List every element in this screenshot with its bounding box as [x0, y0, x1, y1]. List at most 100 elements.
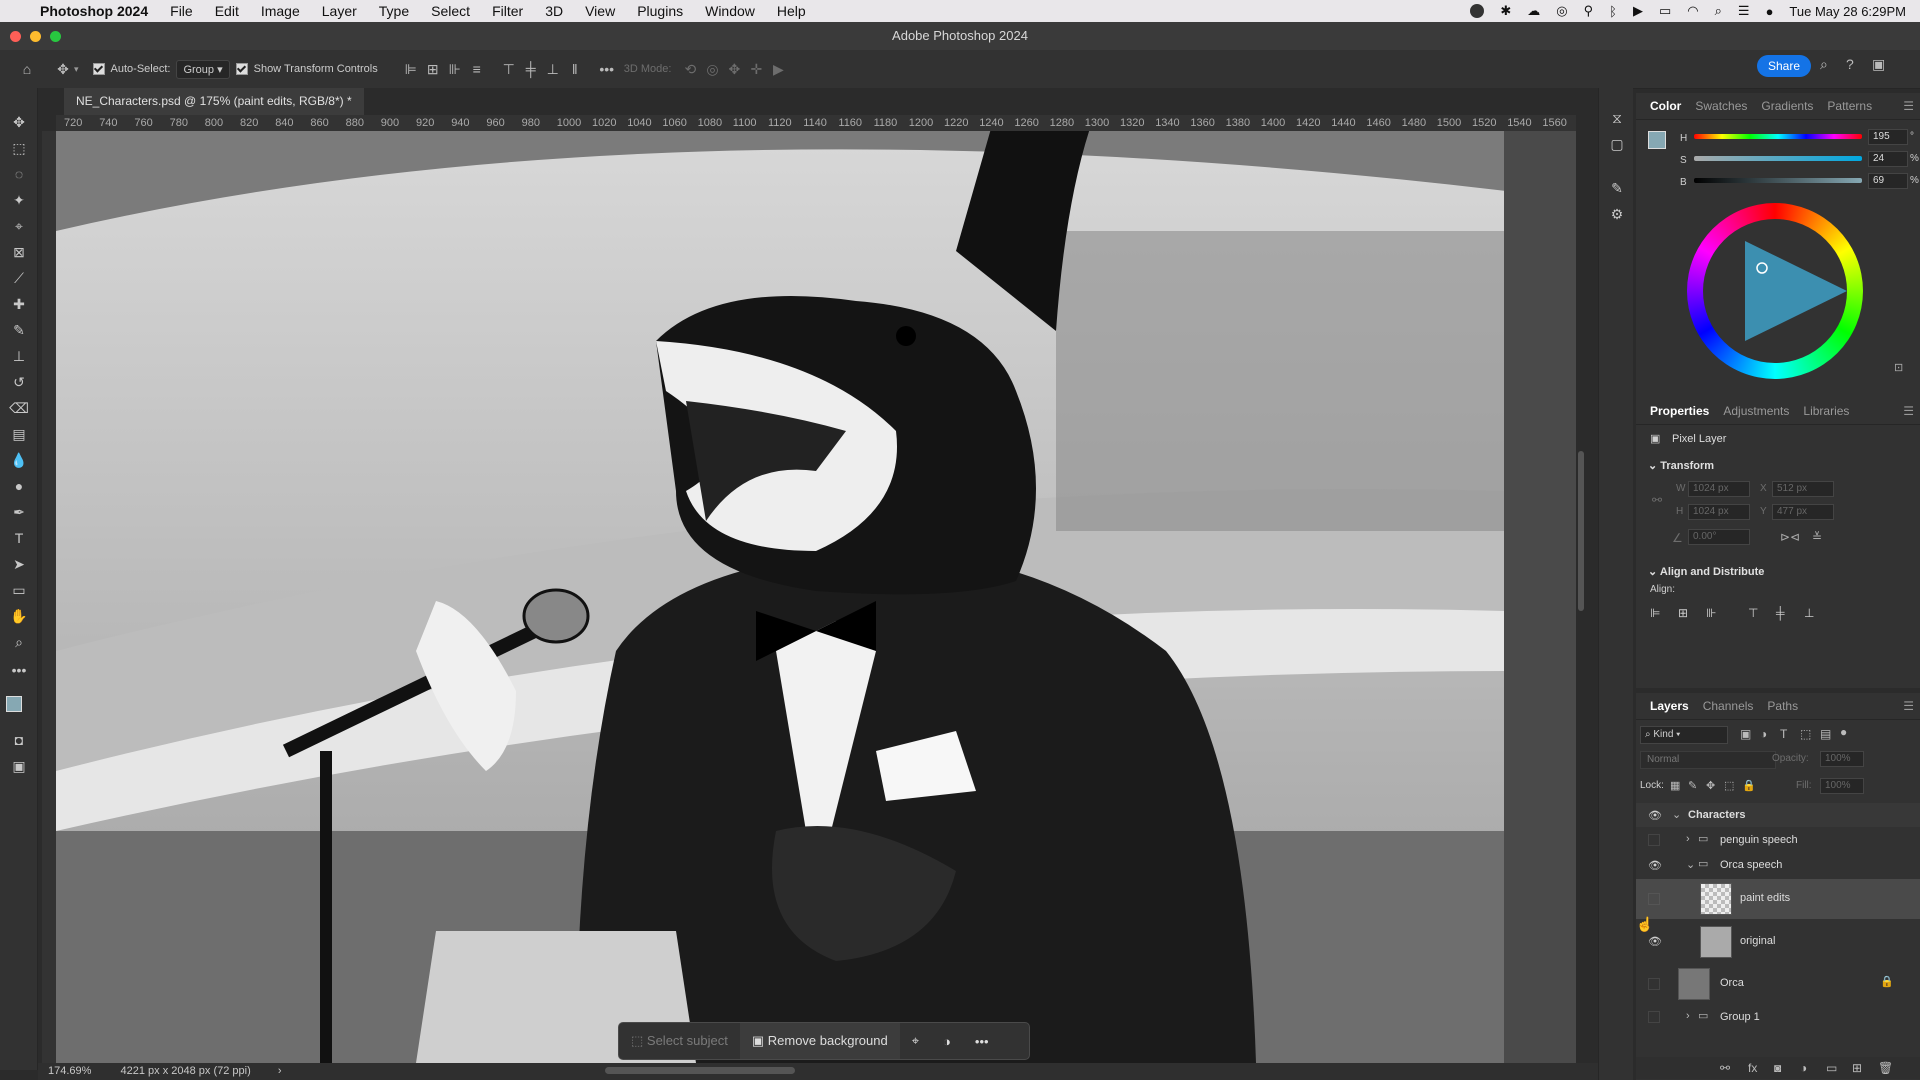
blur-tool-icon[interactable]: 💧 [9, 450, 29, 470]
layer-style-icon[interactable]: fx [1748, 1061, 1757, 1075]
distribute-v-icon[interactable]: ‖ [564, 58, 586, 80]
workspace-icon[interactable]: ▣ [1872, 56, 1885, 73]
properties-menu-icon[interactable]: ☰ [1903, 404, 1914, 418]
lock-transparency-icon[interactable]: ▦ [1670, 779, 1680, 792]
clone-stamp-tool-icon[interactable]: ⊥ [9, 346, 29, 366]
lock-all-icon[interactable]: 🔒 [1742, 779, 1756, 792]
layer-filter-dropdown[interactable]: ⌕ Kind ▾ [1640, 726, 1728, 744]
creative-cloud-icon[interactable]: ◎ [1556, 3, 1567, 19]
color-triangle[interactable] [1687, 203, 1863, 379]
hue-value[interactable]: 195 [1868, 129, 1908, 145]
visibility-eye-icon[interactable]: 👁 [1648, 809, 1662, 822]
filter-type-icon[interactable]: T [1780, 727, 1787, 741]
menu-plugins[interactable]: Plugins [637, 3, 683, 19]
horizontal-ruler[interactable]: 720 740 760 780 800 820 840 860 880 900 920 940 960 9… [56, 115, 1576, 132]
color-panel-menu-icon[interactable]: ☰ [1903, 99, 1914, 113]
align-section-header[interactable]: ⌄ Align and Distribute [1648, 565, 1764, 578]
tab-paths[interactable]: Paths [1767, 699, 1798, 713]
flip-vertical-icon[interactable]: ≚ [1812, 530, 1822, 544]
select-subject-button[interactable]: ⬚ Select subject [619, 1033, 740, 1049]
expand-color-icon[interactable]: ⊡ [1894, 361, 1903, 374]
prop-align-left-icon[interactable]: ⊫ [1650, 606, 1660, 620]
align-left-icon[interactable]: ⊫ [400, 58, 422, 80]
3d-slide-icon[interactable]: ✛ [745, 58, 767, 80]
lock-artboard-icon[interactable]: ⬚ [1724, 779, 1734, 792]
tab-properties[interactable]: Properties [1650, 404, 1709, 418]
quick-mask-icon[interactable]: ◘ [9, 730, 29, 750]
layer-group-characters[interactable]: 👁 ⌄ Characters [1636, 803, 1920, 827]
foreground-color-swatch[interactable] [6, 696, 22, 712]
link-dimensions-icon[interactable]: ⚯ [1652, 493, 1662, 507]
hand-tool-icon[interactable]: ✋ [9, 606, 29, 626]
layer-group-penguin-speech[interactable]: › ▭ penguin speech [1636, 828, 1920, 852]
filter-smart-object-icon[interactable]: ▤ [1820, 727, 1831, 741]
link-layers-icon[interactable]: ⚯ [1720, 1061, 1730, 1075]
document-tab[interactable]: NE_Characters.psd @ 175% (paint edits, R… [64, 88, 364, 115]
search-icon[interactable]: ⌕ [1820, 56, 1828, 73]
layer-original[interactable]: 👁 original [1636, 923, 1920, 961]
visibility-toggle-off[interactable] [1648, 1011, 1660, 1023]
new-adjustment-icon[interactable]: ◑ [1800, 1061, 1807, 1075]
lock-position-icon[interactable]: ✥ [1706, 779, 1715, 792]
horizontal-scroll-thumb[interactable] [605, 1067, 795, 1074]
minimize-window-button[interactable] [30, 31, 41, 42]
tab-gradients[interactable]: Gradients [1761, 99, 1813, 113]
saturation-slider[interactable] [1694, 156, 1862, 161]
zoom-level[interactable]: 174.69% [48, 1065, 91, 1077]
eraser-tool-icon[interactable]: ⌫ [9, 398, 29, 418]
filter-pixel-icon[interactable]: ▣ [1740, 727, 1751, 741]
tab-libraries[interactable]: Libraries [1803, 404, 1849, 418]
adjustment-icon[interactable]: ◑ [931, 1034, 963, 1049]
dodge-tool-icon[interactable]: ● [9, 476, 29, 496]
align-center-h-icon[interactable]: ⊞ [422, 58, 444, 80]
layers-menu-icon[interactable]: ☰ [1903, 699, 1914, 713]
tab-layers[interactable]: Layers [1650, 699, 1689, 713]
history-brush-tool-icon[interactable]: ↺ [9, 372, 29, 392]
spotlight-search-icon[interactable]: ⌕ [1715, 3, 1722, 19]
home-icon[interactable]: ⌂ [16, 58, 38, 80]
add-mask-icon[interactable]: ◙ [1774, 1061, 1781, 1075]
type-tool-icon[interactable]: T [9, 528, 29, 548]
menu-layer[interactable]: Layer [322, 3, 357, 19]
layer-orca[interactable]: Orca 🔒 [1636, 965, 1920, 1003]
comments-panel-icon[interactable]: ▢ [1607, 134, 1627, 154]
brightness-slider[interactable] [1694, 178, 1862, 183]
magic-wand-tool-icon[interactable]: ✦ [9, 190, 29, 210]
tab-color[interactable]: Color [1650, 99, 1681, 113]
3d-roll-icon[interactable]: ◎ [701, 58, 723, 80]
bluetooth-icon[interactable]: ᛒ [1609, 4, 1617, 19]
app-menu[interactable]: Photoshop 2024 [40, 3, 148, 19]
more-options-icon[interactable]: ••• [596, 58, 618, 80]
3d-camera-icon[interactable]: ▶ [767, 58, 789, 80]
remove-background-button[interactable]: ▣ Remove background [739, 1023, 900, 1059]
vertical-ruler[interactable] [42, 131, 57, 1063]
menubar-clock[interactable]: Tue May 28 6:29PM [1789, 4, 1906, 19]
align-middle-v-icon[interactable]: ╪ [520, 58, 542, 80]
visibility-eye-icon[interactable]: 👁 [1648, 935, 1662, 948]
layer-group-1[interactable]: › ▭ Group 1 [1636, 1005, 1920, 1029]
menu-window[interactable]: Window [705, 3, 755, 19]
menu-type[interactable]: Type [379, 3, 409, 19]
visibility-eye-icon[interactable]: 👁 [1648, 859, 1662, 872]
menu-help[interactable]: Help [777, 3, 806, 19]
collapse-chevron-icon[interactable]: › [1686, 1010, 1690, 1022]
vertical-scroll-thumb[interactable] [1578, 451, 1584, 611]
menu-image[interactable]: Image [261, 3, 300, 19]
height-field[interactable]: 1024 px [1688, 504, 1750, 520]
saturation-value[interactable]: 24 [1868, 151, 1908, 167]
menu-3d[interactable]: 3D [545, 3, 563, 19]
3d-orbit-icon[interactable]: ⟲ [679, 58, 701, 80]
move-tool-preset-icon[interactable]: ✥ [52, 58, 74, 80]
prop-align-bottom-icon[interactable]: ⊥ [1804, 606, 1814, 620]
align-bottom-icon[interactable]: ⊥ [542, 58, 564, 80]
mask-icon[interactable]: ⌖ [900, 1033, 931, 1049]
close-window-button[interactable] [10, 31, 21, 42]
prop-align-middle-icon[interactable]: ╪ [1776, 606, 1785, 620]
y-field[interactable]: 477 px [1772, 504, 1834, 520]
auto-select-checkbox[interactable] [92, 63, 105, 75]
help-icon[interactable]: ? [1846, 56, 1854, 72]
gradient-tool-icon[interactable]: ▤ [9, 424, 29, 444]
menu-edit[interactable]: Edit [215, 3, 239, 19]
filter-adjustment-icon[interactable]: ◑ [1760, 727, 1767, 741]
object-selection-tool-icon[interactable]: ⌖ [9, 216, 29, 236]
